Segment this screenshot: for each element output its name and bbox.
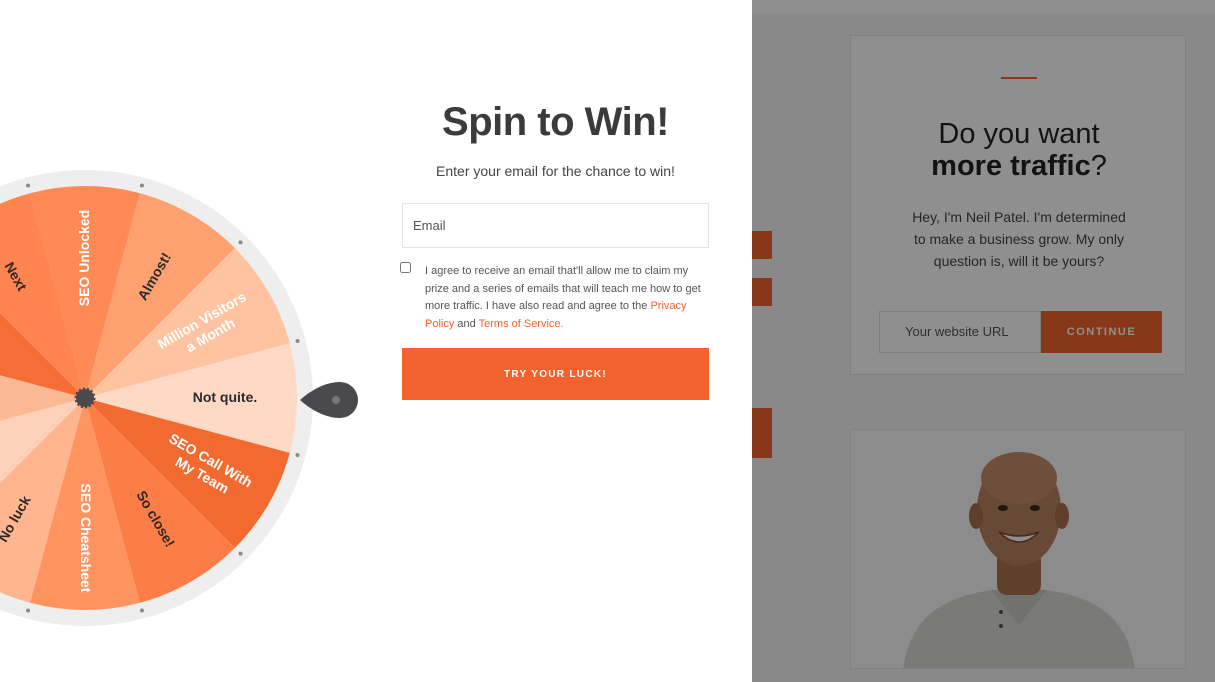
- wheel-peg: [139, 608, 144, 613]
- pointer-dot: [332, 396, 340, 404]
- dim-overlay: [752, 0, 1215, 682]
- wheel-peg: [295, 452, 300, 457]
- wheel-peg: [26, 608, 31, 613]
- consent-end: .: [560, 317, 564, 330]
- spin-to-win-modal: SEO Unlocked Almost! Million Visitorsa Mon…: [0, 0, 752, 682]
- consent-checkbox[interactable]: [400, 262, 411, 273]
- modal-subtitle: Enter your email for the chance to win!: [436, 163, 675, 179]
- signup-form: Spin to Win! Enter your email for the ch…: [400, 0, 709, 682]
- consent-text: I agree to receive an email that'll allo…: [425, 263, 709, 333]
- terms-of-service-link[interactable]: Terms of Service: [479, 318, 561, 330]
- wheel-peg: [26, 183, 31, 188]
- modal-title: Spin to Win!: [442, 100, 669, 144]
- wheel-segments: [0, 170, 313, 626]
- wheel-label: SEO Unlocked: [76, 210, 92, 306]
- wheel-label: SEO Cheatsheet: [78, 484, 94, 593]
- wheel-peg: [238, 240, 243, 245]
- wheel-label: Not quite.: [193, 389, 258, 405]
- try-your-luck-button[interactable]: TRY YOUR LUCK!: [402, 348, 709, 400]
- wheel-peg: [238, 551, 243, 556]
- wheel-peg: [139, 183, 144, 188]
- email-field[interactable]: [402, 203, 709, 248]
- consent-and: and: [457, 317, 476, 330]
- wheel-peg: [295, 339, 300, 344]
